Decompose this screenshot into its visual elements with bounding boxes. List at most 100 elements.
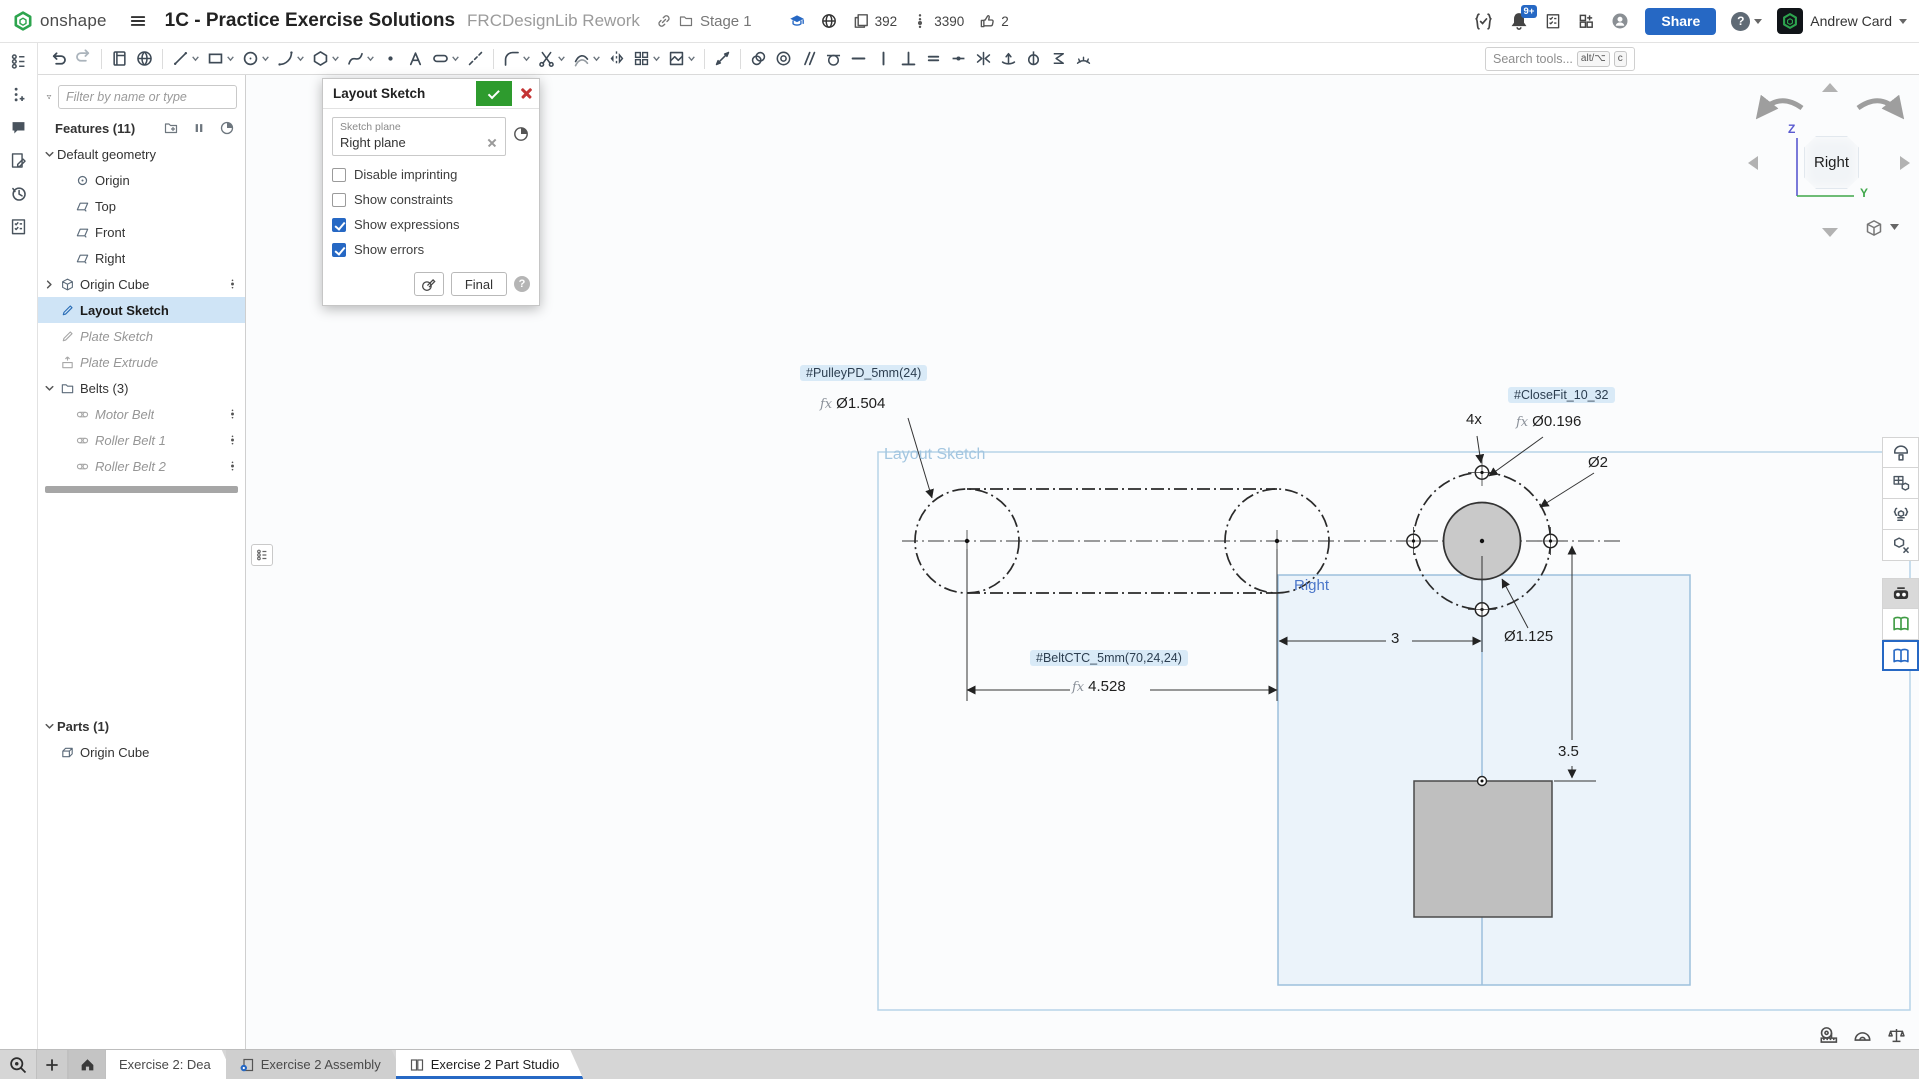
perpendicular-tool-button[interactable] [896, 46, 921, 72]
rotate-right-arrow[interactable] [1858, 101, 1900, 114]
likes-count[interactable]: 2 [978, 12, 1009, 30]
chevron-down-icon[interactable] [42, 147, 57, 162]
search-tabs-icon[interactable] [8, 1055, 28, 1075]
variables-panel-button[interactable] [1882, 530, 1919, 561]
part-origin-cube[interactable]: Origin Cube [38, 739, 245, 765]
point-tool-button[interactable] [378, 46, 403, 72]
feature-layout-sketch[interactable]: Layout Sketch [38, 297, 245, 323]
feature-front[interactable]: Front [38, 219, 245, 245]
copies-count[interactable]: 392 [852, 12, 898, 30]
featurescript-panel-button[interactable] [1882, 499, 1919, 530]
pattern-constraint-tool-button[interactable] [1046, 46, 1071, 72]
redo-tool-button[interactable] [71, 46, 96, 72]
sketch-plane-field[interactable]: Sketch plane Right plane [332, 117, 506, 156]
coincident-tool-button[interactable] [746, 46, 771, 72]
normal-tool-button[interactable] [996, 46, 1021, 72]
comments-icon[interactable] [9, 118, 28, 137]
feature-roller-belt-1[interactable]: Roller Belt 1 [38, 427, 245, 453]
text-tool-button[interactable] [403, 46, 428, 72]
book-panel-button[interactable] [1882, 640, 1919, 671]
horizontal-tool-button[interactable] [846, 46, 871, 72]
checkbox[interactable] [332, 193, 346, 207]
vertical-tool-button[interactable] [871, 46, 896, 72]
user-menu[interactable]: Andrew Card [1777, 8, 1907, 34]
rotate-down-arrow[interactable] [1822, 228, 1838, 237]
accept-button[interactable] [476, 81, 512, 106]
tangent-tool-button[interactable] [821, 46, 846, 72]
offset-tool-button[interactable] [569, 46, 604, 72]
feature-motor-belt[interactable]: Motor Belt [38, 401, 245, 427]
tape-measure-icon[interactable] [1818, 1025, 1839, 1046]
add-folder-icon[interactable] [163, 120, 179, 136]
final-button[interactable]: Final [451, 272, 507, 296]
views-count[interactable]: 3390 [911, 12, 964, 30]
option-show-expressions[interactable]: Show expressions [332, 212, 530, 237]
tab-exercise-2-assembly[interactable]: Exercise 2 Assembly [226, 1050, 405, 1079]
mirror-tool-button[interactable] [604, 46, 629, 72]
add-tab-button[interactable] [36, 1050, 68, 1079]
feature-list-icon[interactable] [9, 52, 28, 71]
dialog-help-icon[interactable]: ? [514, 276, 530, 292]
document-title[interactable]: 1C - Practice Exercise Solutions [165, 10, 455, 32]
filter-input[interactable] [58, 85, 237, 109]
apps-icon[interactable] [1577, 12, 1595, 30]
corner-rectangle-tool-button[interactable] [203, 46, 238, 72]
book-panel-button[interactable] [1882, 609, 1919, 640]
display-states-panel-button[interactable] [1882, 437, 1919, 468]
slot-tool-button[interactable] [428, 46, 463, 72]
protractor-icon[interactable] [1852, 1025, 1873, 1046]
drag-dots-icon[interactable] [226, 406, 239, 422]
tab-exercise-2-part-studio[interactable]: Exercise 2 Part Studio [396, 1050, 584, 1079]
fillet-tool-button[interactable] [499, 46, 534, 72]
option-disable-imprinting[interactable]: Disable imprinting [332, 162, 530, 187]
tasks-icon[interactable] [1544, 12, 1562, 30]
public-icon[interactable] [820, 12, 838, 30]
pierce-tool-button[interactable] [1021, 46, 1046, 72]
workspace-name[interactable]: FRCDesignLib Rework [467, 11, 640, 31]
feature-top[interactable]: Top [38, 193, 245, 219]
chevron-down-icon[interactable] [42, 381, 57, 396]
chevron-down-icon[interactable] [1890, 224, 1899, 230]
rotate-right-step-arrow[interactable] [1900, 156, 1910, 170]
sketch-tools-button[interactable] [414, 272, 444, 296]
view-cube-face[interactable]: Right [1804, 136, 1859, 189]
main-menu-icon[interactable] [129, 12, 147, 30]
suppress-icon[interactable] [192, 121, 206, 135]
trim-tool-button[interactable] [534, 46, 569, 72]
rotate-left-arrow[interactable] [1760, 101, 1802, 114]
share-button[interactable]: Share [1645, 8, 1716, 35]
notifications-button[interactable]: 9+ [1509, 11, 1529, 31]
feature-default-geometry[interactable]: Default geometry [38, 141, 245, 167]
ai-advisor-panel-button[interactable] [1882, 578, 1919, 609]
symmetric-tool-button[interactable] [971, 46, 996, 72]
drag-dots-icon[interactable] [226, 276, 239, 292]
curvature-tool-button[interactable] [1071, 46, 1096, 72]
spline-tool-button[interactable] [343, 46, 378, 72]
drag-dots-icon[interactable] [226, 458, 239, 474]
option-show-errors[interactable]: Show errors [332, 237, 530, 262]
rotate-up-arrow[interactable] [1822, 83, 1838, 92]
image-sphere-tool-button[interactable] [132, 46, 157, 72]
checkbox[interactable] [332, 218, 346, 232]
rollback-bar[interactable] [45, 486, 238, 493]
filter-icon[interactable] [46, 89, 52, 105]
equal-tool-button[interactable] [921, 46, 946, 72]
search-tools[interactable]: Search tools... alt/⌥ c [1485, 47, 1635, 71]
insert-image-tool-button[interactable] [664, 46, 699, 72]
docked-dialog-icon[interactable] [251, 544, 273, 566]
dimension-tool-button[interactable] [710, 46, 735, 72]
option-show-constraints[interactable]: Show constraints [332, 187, 530, 212]
feature-origin[interactable]: Origin [38, 167, 245, 193]
feature-right[interactable]: Right [38, 245, 245, 271]
education-icon[interactable] [788, 12, 806, 30]
versions-icon[interactable] [9, 85, 28, 104]
notes-icon[interactable] [9, 151, 28, 170]
rollback-clock-icon[interactable] [512, 125, 530, 143]
configurations-panel-button[interactable] [1882, 468, 1919, 499]
support-icon[interactable] [1610, 11, 1630, 31]
checkbox[interactable] [332, 168, 346, 182]
parallel-tool-button[interactable] [796, 46, 821, 72]
view-cube-menu-icon[interactable] [1868, 221, 1881, 235]
paste-board-tool-button[interactable] [107, 46, 132, 72]
feature-belts-3[interactable]: Belts (3) [38, 375, 245, 401]
